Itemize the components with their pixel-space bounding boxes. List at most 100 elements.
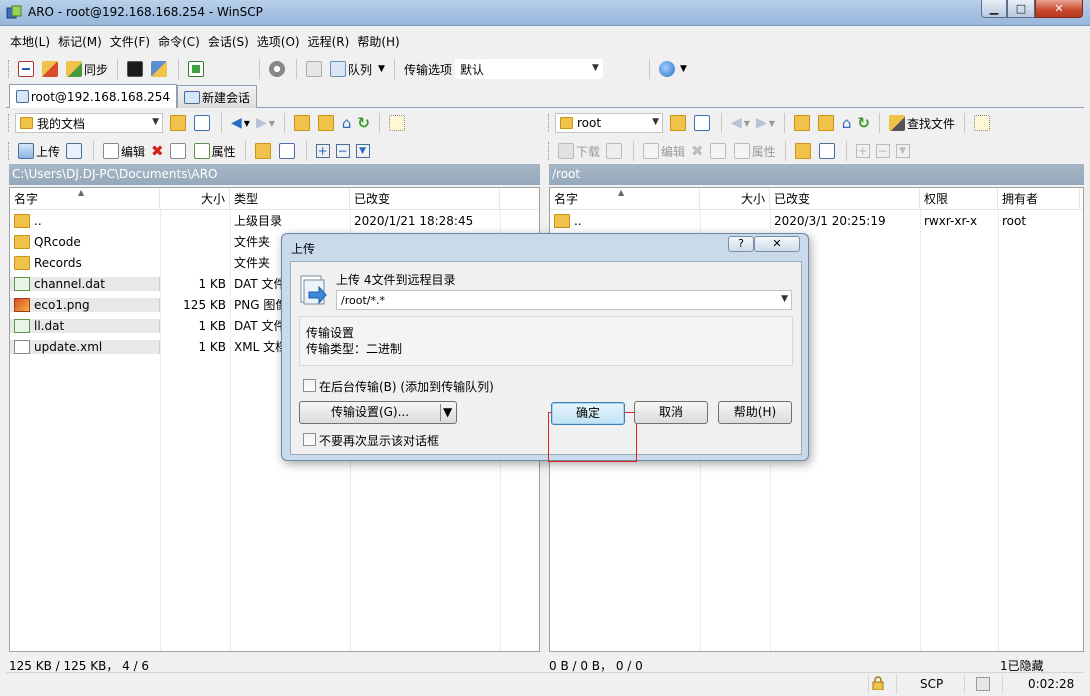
file-name-cell: update.xml <box>10 339 160 354</box>
properties-button[interactable]: 属性 <box>191 140 239 162</box>
compare-directories-button[interactable] <box>15 58 39 80</box>
upload-button[interactable]: 上传 <box>15 140 63 162</box>
home-directory-button[interactable]: ⌂ <box>339 112 355 134</box>
local-path-bar[interactable]: C:\Users\DJ.DJ-PC\Documents\ARO <box>9 164 540 185</box>
delete-button[interactable]: ✖ <box>148 140 167 162</box>
rename-button[interactable] <box>167 140 191 162</box>
remote-tree-toggle-button[interactable] <box>971 112 995 134</box>
transfer-settings-button[interactable]: 传输设置(G)... ▼ <box>299 401 457 424</box>
filter-select-button[interactable]: ▼ <box>353 140 373 162</box>
dialog-close-button[interactable]: ✕ <box>754 236 800 252</box>
open-directory-button[interactable] <box>167 112 191 134</box>
column-changed[interactable]: 已改变 <box>350 188 500 210</box>
menu-options[interactable]: 选项(O) <box>253 30 304 52</box>
column-size-label: 大小 <box>200 192 225 206</box>
tree-toggle-button[interactable] <box>386 112 410 134</box>
dialog-title: 上传 <box>291 242 316 256</box>
remote-properties-label: 属性 <box>751 144 776 159</box>
download-icon <box>558 143 574 159</box>
remote-filter-select-button[interactable]: ▼ <box>893 140 913 162</box>
remote-path-bar[interactable]: /root <box>549 164 1084 185</box>
remote-open-directory-button[interactable] <box>667 112 691 134</box>
remote-back-button[interactable]: ◀ ▼ <box>728 112 753 134</box>
queue-clipboard-button[interactable] <box>303 58 327 80</box>
network-button[interactable]: ▼ <box>656 58 690 80</box>
column-changed[interactable]: 已改变 <box>770 188 920 210</box>
background-transfer-checkbox[interactable] <box>303 379 316 392</box>
filter-button[interactable] <box>191 112 215 134</box>
new-folder-button[interactable] <box>252 140 276 162</box>
menu-mark[interactable]: 标记(M) <box>54 30 106 52</box>
column-name[interactable]: 名字 ▲ <box>10 188 160 210</box>
remote-edit-button[interactable]: 编辑 <box>640 140 688 162</box>
remote-unselect-button[interactable]: − <box>873 140 893 162</box>
remote-home-directory-button[interactable]: ⌂ <box>839 112 855 134</box>
tab-session-root[interactable]: root@192.168.168.254 <box>9 84 177 108</box>
session-log-icon[interactable] <box>976 677 990 691</box>
ok-button[interactable]: 确定 <box>551 402 625 425</box>
file-name-cell: .. <box>10 213 160 228</box>
preferences-button[interactable] <box>266 58 290 80</box>
remote-properties-button[interactable]: 属性 <box>731 140 779 162</box>
column-size[interactable]: 大小 <box>160 188 230 210</box>
remote-forward-button[interactable]: ▶ ▼ <box>753 112 778 134</box>
menu-help[interactable]: 帮助(H) <box>353 30 403 52</box>
column-type[interactable]: 类型 <box>230 188 350 210</box>
column-rights[interactable]: 权限 <box>920 188 998 210</box>
remote-location-select[interactable]: root ▼ <box>555 113 663 133</box>
new-file-button[interactable] <box>276 140 300 162</box>
remote-delete-button[interactable]: ✖ <box>688 140 707 162</box>
dialog-help-button[interactable]: ? <box>728 236 754 252</box>
table-row[interactable]: .. 上级目录 2020/1/21 18:28:45 <box>10 210 539 231</box>
column-owner[interactable]: 拥有者 <box>998 188 1080 210</box>
remote-new-folder-button[interactable] <box>792 140 816 162</box>
file-size: 1 KB <box>198 339 226 354</box>
console-button[interactable] <box>124 58 148 80</box>
remote-filter-button[interactable] <box>691 112 715 134</box>
forward-button[interactable]: ▶ ▼ <box>253 112 278 134</box>
unselect-button[interactable]: − <box>333 140 353 162</box>
menu-file[interactable]: 文件(F) <box>106 30 154 52</box>
queue-button[interactable]: 队列 ▼ <box>327 58 388 80</box>
find-files-button[interactable]: 查找文件 <box>886 112 958 134</box>
remote-target-select[interactable]: /root/*.* ▼ <box>336 290 792 310</box>
dont-show-again-checkbox[interactable] <box>303 433 316 446</box>
local-location-select[interactable]: 我的文档 ▼ <box>15 113 163 133</box>
download-button[interactable]: 下载 <box>555 140 603 162</box>
column-size[interactable]: 大小 <box>700 188 770 210</box>
transfer-options-select[interactable]: 默认 ▼ <box>454 59 603 79</box>
cancel-button[interactable]: 取消 <box>634 401 708 424</box>
remote-new-file-button[interactable] <box>816 140 840 162</box>
maximize-button[interactable]: □ <box>1007 0 1035 18</box>
select-all-button[interactable]: + <box>313 140 333 162</box>
remote-rename-button[interactable] <box>707 140 731 162</box>
refresh-button[interactable]: ↻ <box>354 112 373 134</box>
table-row[interactable]: .. 2020/3/1 20:25:19 rwxr-xr-x root <box>550 210 1083 231</box>
download-options-button[interactable] <box>603 140 627 162</box>
status-divider <box>1002 674 1003 694</box>
menu-local[interactable]: 本地(L) <box>6 30 54 52</box>
open-in-putty-button[interactable] <box>185 58 209 80</box>
minimize-button[interactable]: ▁ <box>981 0 1007 18</box>
parent-directory-button[interactable] <box>291 112 315 134</box>
root-directory-button[interactable] <box>315 112 339 134</box>
help-button[interactable]: 帮助(H) <box>718 401 792 424</box>
menu-command[interactable]: 命令(C) <box>154 30 204 52</box>
column-name[interactable]: 名字 ▲ <box>550 188 700 210</box>
remote-parent-directory-button[interactable] <box>791 112 815 134</box>
back-button[interactable]: ◀ ▼ <box>228 112 253 134</box>
menu-session[interactable]: 会话(S) <box>204 30 253 52</box>
tab-new-session[interactable]: 新建会话 <box>177 85 257 108</box>
synchronize-browse-button[interactable] <box>39 58 63 80</box>
remote-select-all-button[interactable]: + <box>853 140 873 162</box>
synchronize-button[interactable]: 同步 <box>63 58 111 80</box>
edit-button[interactable]: 编辑 <box>100 140 148 162</box>
remote-refresh-button[interactable]: ↻ <box>854 112 873 134</box>
remote-root-directory-button[interactable] <box>815 112 839 134</box>
sort-asc-icon: ▲ <box>618 188 625 197</box>
close-button[interactable]: ✕ <box>1035 0 1083 18</box>
upload-options-button[interactable] <box>63 140 87 162</box>
sync-icon <box>66 61 82 77</box>
menu-remote[interactable]: 远程(R) <box>304 30 354 52</box>
putty-button[interactable] <box>148 58 172 80</box>
